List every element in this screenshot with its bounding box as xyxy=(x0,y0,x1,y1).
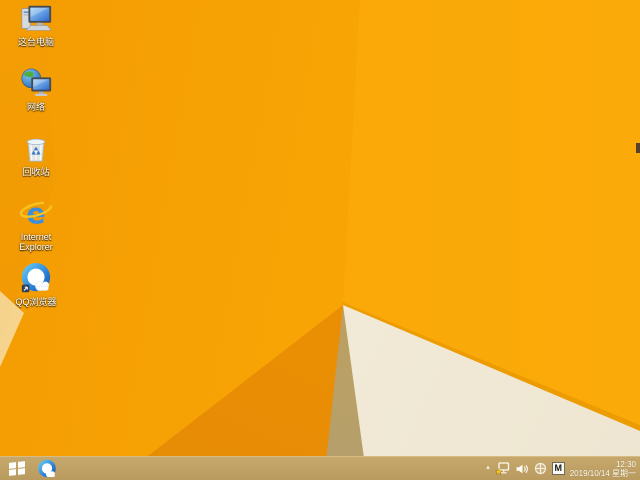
ime-indicator[interactable]: M xyxy=(551,462,565,475)
windows-start-icon xyxy=(9,461,25,476)
start-button[interactable] xyxy=(0,457,34,480)
taskbar-app-qq-browser[interactable] xyxy=(34,457,60,480)
desktop-icon-network[interactable]: 网络 xyxy=(4,67,68,132)
show-hidden-icons-button[interactable]: ▴ xyxy=(486,464,490,471)
network-globe-icon xyxy=(21,68,52,96)
tray-date: 2019/10/14 星期一 xyxy=(569,468,636,478)
desktop-icon-label: 这台电脑 xyxy=(17,37,54,47)
taskbar: ▴ M 12:30 2019/10/14 星期一 xyxy=(0,456,640,480)
desktop-icon-recycle-bin[interactable]: 回收站 xyxy=(4,132,68,197)
network-status-warning-icon[interactable] xyxy=(494,461,510,476)
recycle-bin-icon xyxy=(26,138,46,162)
tray-clock[interactable]: 12:30 2019/10/14 星期一 xyxy=(570,460,636,478)
desktop-icon-internet-explorer[interactable]: e Internet Explorer xyxy=(4,197,68,262)
desktop-icon-label: Internet Explorer xyxy=(19,232,53,253)
desktop-icon-grid: 这台电脑 网络 回收站 e Internet Explorer QQ浏览器 xyxy=(4,2,68,327)
computer-icon xyxy=(21,5,52,31)
desktop: 这台电脑 网络 回收站 e Internet Explorer QQ浏览器 ▴ … xyxy=(0,0,640,480)
desktop-icon-this-pc[interactable]: 这台电脑 xyxy=(4,2,68,67)
tray-time: 12:30 xyxy=(615,459,636,469)
desktop-icon-label: 回收站 xyxy=(22,167,50,177)
desktop-icon-label: QQ浏览器 xyxy=(15,297,57,307)
qq-browser-icon xyxy=(21,262,51,293)
desktop-icon-label: 网络 xyxy=(26,102,45,112)
qq-browser-icon xyxy=(38,459,56,477)
internet-explorer-icon: e xyxy=(19,197,53,230)
screen-edge-artifact xyxy=(636,143,640,153)
desktop-icon-qq-browser[interactable]: QQ浏览器 xyxy=(4,262,68,327)
system-tray: ▴ M 12:30 2019/10/14 星期一 xyxy=(486,457,640,480)
globe-crosshair-icon[interactable] xyxy=(534,462,547,475)
volume-icon[interactable] xyxy=(515,462,529,476)
